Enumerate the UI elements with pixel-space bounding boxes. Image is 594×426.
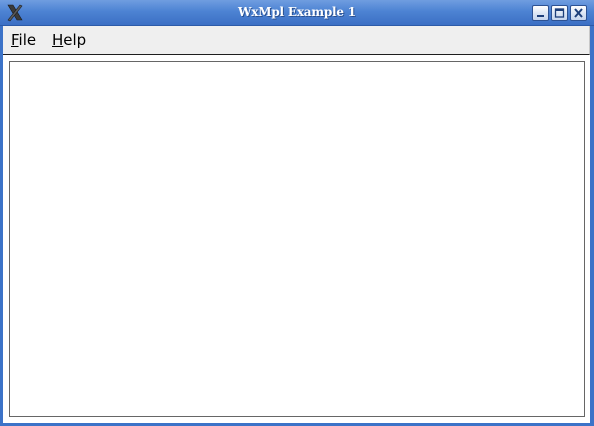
menu-help[interactable]: Help [52, 31, 86, 49]
menu-file[interactable]: File [11, 31, 36, 49]
minimize-icon [537, 15, 544, 17]
maximize-button[interactable] [551, 5, 568, 21]
menu-help-label: elp [63, 31, 87, 49]
window-title: WxMpl Example 1 [238, 5, 356, 19]
close-icon [574, 8, 583, 18]
close-button[interactable] [570, 5, 587, 21]
menu-file-label: ile [18, 31, 37, 49]
menu-bar: File Help [3, 26, 590, 55]
application-window: WxMpl Example 1 File Help [0, 0, 594, 426]
maximize-icon [554, 8, 565, 18]
title-bar[interactable]: WxMpl Example 1 [0, 0, 594, 26]
plot-canvas[interactable] [9, 61, 585, 417]
plot-panel [3, 55, 590, 423]
menu-help-mnemonic: H [52, 31, 64, 49]
client-area: File Help [3, 26, 590, 423]
minimize-button[interactable] [532, 5, 549, 21]
menu-file-mnemonic: F [11, 31, 19, 49]
